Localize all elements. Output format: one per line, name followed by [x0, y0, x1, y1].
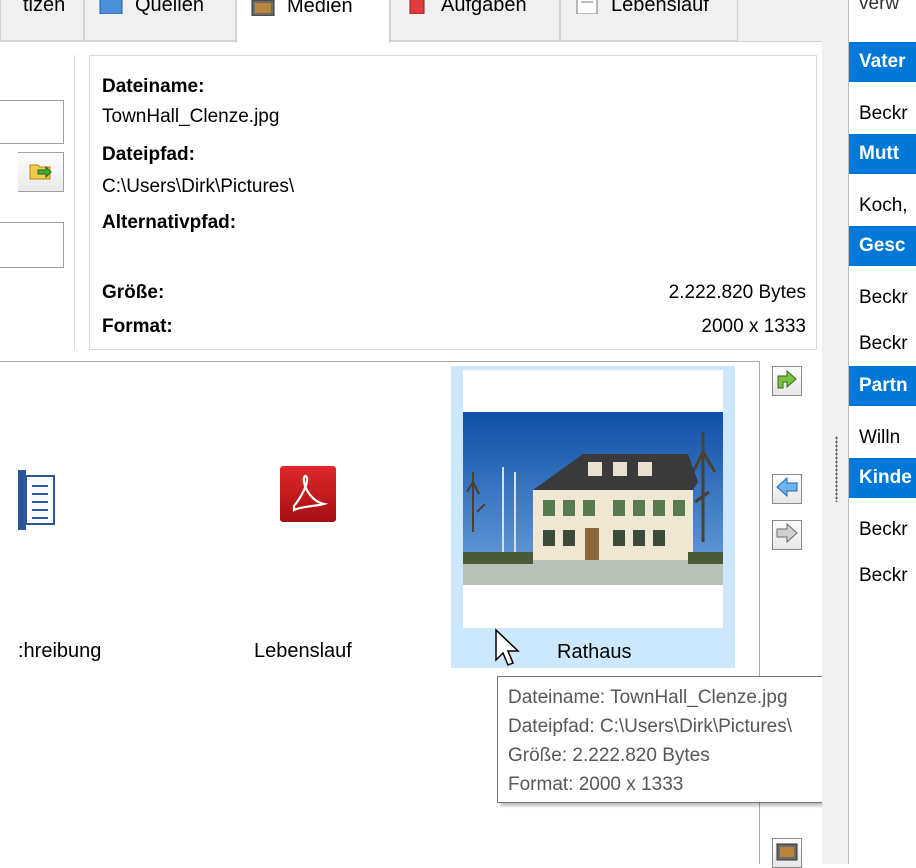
browse-folder-button[interactable] — [18, 152, 64, 192]
tooltip-size: Größe: 2.222.820 Bytes — [508, 745, 710, 766]
gallery-item-lebenslauf[interactable]: Lebenslauf — [240, 440, 390, 670]
export-icon — [775, 368, 799, 395]
relative-row[interactable]: Beckr — [849, 510, 916, 550]
tooltip-filename: Dateiname: TownHall_Clenze.jpg — [508, 687, 788, 708]
next-button[interactable] — [772, 520, 802, 550]
relatives-panel: verw Vater Beckr Mutt Koch, Gesc Beckr B… — [848, 0, 916, 864]
section-header-children: Kinde — [849, 458, 916, 498]
relatives-top-text: verw — [859, 0, 900, 14]
gallery-item-label-rathaus: Rathaus — [557, 641, 632, 663]
arrow-left-icon — [775, 476, 799, 503]
tab-lebenslauf[interactable]: Lebenslauf — [560, 0, 738, 41]
folder-arrow-icon — [28, 159, 54, 186]
format-label: Format: — [102, 316, 173, 337]
altpath-label: Alternativpfad: — [102, 212, 237, 233]
gallery-item-beschreibung[interactable]: :hreibung — [0, 440, 120, 670]
relative-row[interactable]: Willn — [849, 418, 916, 458]
tooltip-format: Format: 2000 x 1333 — [508, 774, 684, 795]
arrow-right-icon — [775, 522, 799, 549]
splitter-grip[interactable] — [835, 436, 838, 502]
relative-row[interactable]: Beckr — [849, 556, 916, 596]
tab-notizen[interactable]: tizen — [0, 0, 84, 41]
pdf-icon — [280, 466, 336, 529]
file-info-panel: Dateiname: TownHall_Clenze.jpg Dateipfad… — [89, 55, 817, 350]
relative-row[interactable]: Beckr — [849, 94, 916, 134]
tab-quellen[interactable]: Quellen — [84, 0, 236, 41]
image-icon — [251, 0, 275, 16]
relative-row[interactable]: Beckr — [849, 324, 916, 364]
filename-label: Dateiname: — [102, 76, 205, 97]
section-header-siblings: Gesc — [849, 226, 916, 266]
panel-splitter[interactable] — [822, 0, 848, 864]
relative-row[interactable]: Koch, — [849, 186, 916, 226]
gallery-item-label: Lebenslauf — [254, 640, 352, 662]
tab-aufgaben[interactable]: Aufgaben — [390, 0, 560, 41]
section-header-father: Vater — [849, 42, 916, 82]
word-document-icon — [18, 470, 58, 535]
alt-path-field[interactable] — [0, 222, 64, 268]
gallery-item-label: :hreibung — [18, 640, 102, 662]
media-icon — [775, 840, 799, 867]
section-header-partners: Partn — [849, 366, 916, 406]
mouse-cursor-icon — [494, 628, 520, 673]
tab-medien[interactable]: Medien — [236, 0, 390, 43]
sources-icon — [99, 0, 123, 15]
task-icon — [405, 0, 429, 15]
size-label: Größe: — [102, 282, 165, 303]
text-field[interactable] — [0, 100, 64, 144]
relative-row[interactable]: Beckr — [849, 278, 916, 318]
export-button[interactable] — [772, 366, 802, 396]
format-value: 2000 x 1333 — [701, 316, 806, 337]
filename-value: TownHall_Clenze.jpg — [102, 106, 280, 127]
panel-separator — [74, 55, 75, 350]
path-label: Dateipfad: — [102, 144, 195, 165]
section-header-mother: Mutt — [849, 134, 916, 174]
size-value: 2.222.820 Bytes — [668, 282, 806, 303]
tooltip-path: Dateipfad: C:\Users\Dirk\Pictures\ — [508, 716, 793, 737]
photo-thumbnail — [463, 370, 723, 628]
previous-button[interactable] — [772, 474, 802, 504]
path-value: C:\Users\Dirk\Pictures\ — [102, 176, 295, 197]
timeline-icon — [575, 0, 599, 15]
